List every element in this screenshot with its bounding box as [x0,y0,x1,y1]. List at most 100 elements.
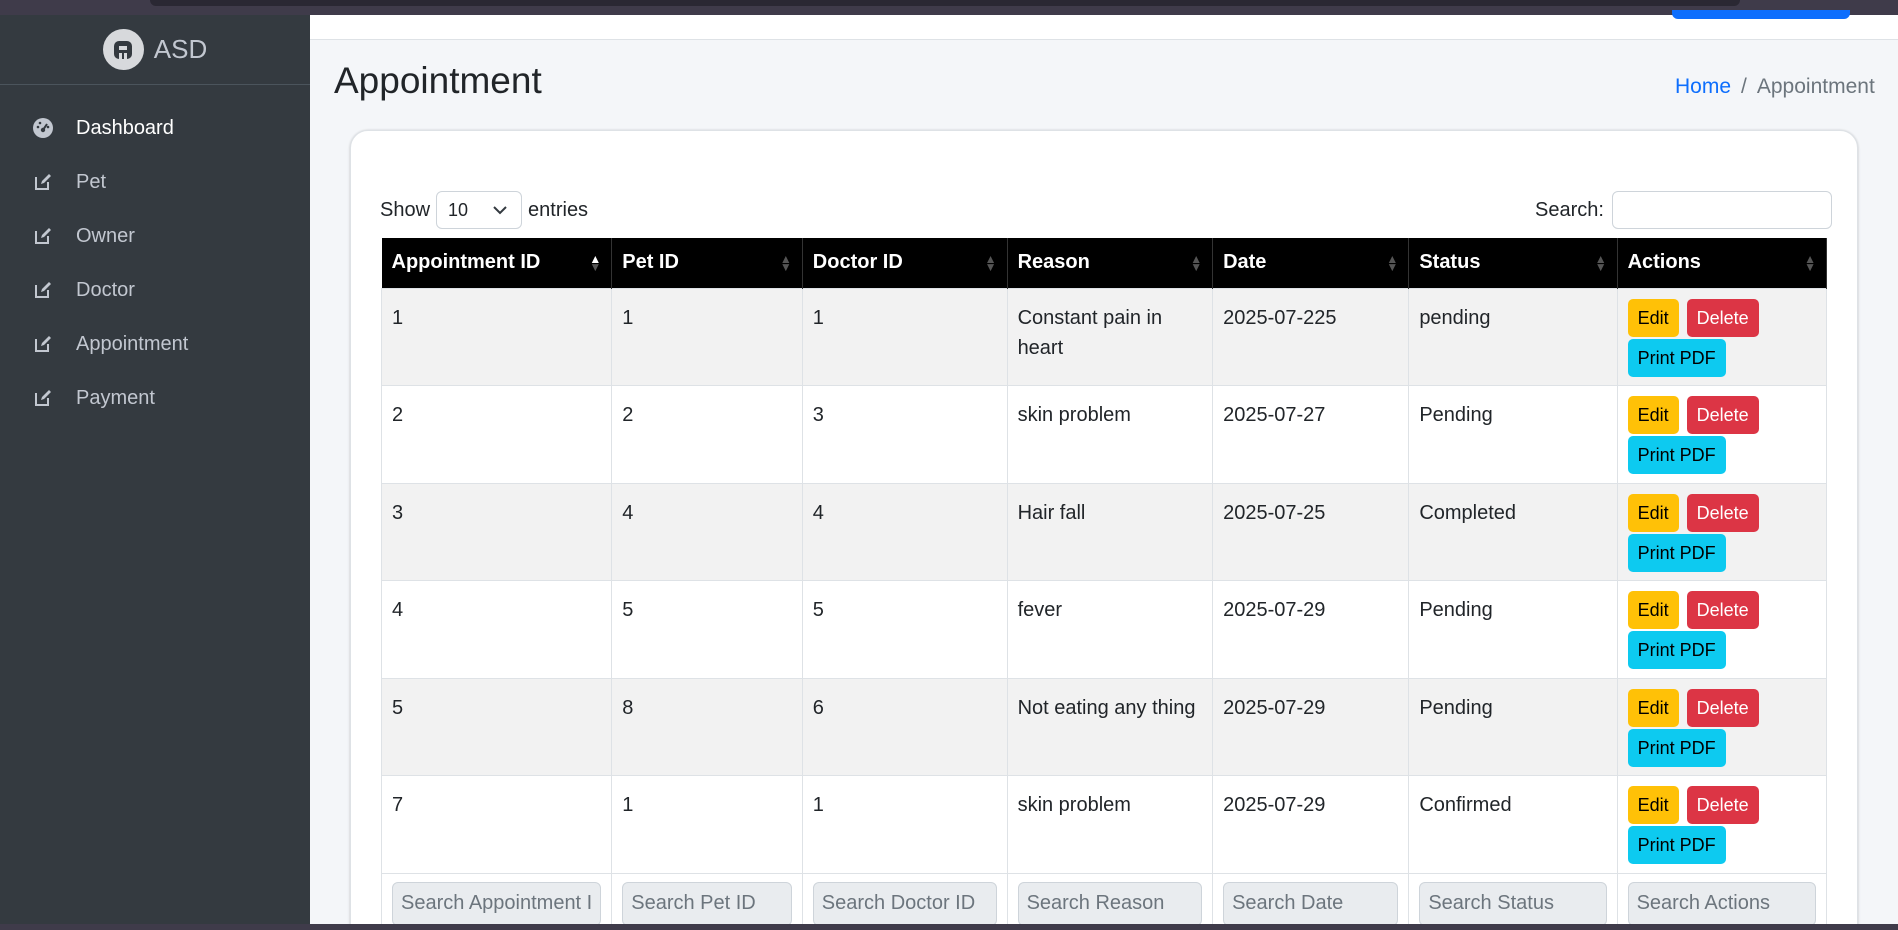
cell-doctor: 4 [801,482,1008,581]
dashboard-icon [32,117,54,139]
column-search-input[interactable]: Search Pet ID [622,881,792,926]
cell-doctor: 1 [801,775,1008,874]
footer-cell: Search Reason [1006,872,1214,927]
cell-actions: Edit Delete Print PDF [1616,775,1828,874]
brand-name: ASD [153,34,208,64]
column-header[interactable]: Appointment ID ▲ ▼ [381,238,613,288]
cell-actions: Edit Delete Print PDF [1616,385,1828,484]
delete-button[interactable]: Delete [1686,298,1759,337]
column-header-label: Actions [1627,251,1701,274]
sort-icon: ▲ ▼ [984,251,997,274]
delete-button[interactable]: Delete [1686,396,1759,434]
cell-id: 5 [380,677,613,776]
edit-button[interactable]: Edit [1627,298,1679,337]
edit-button[interactable]: Edit [1627,493,1679,532]
cell-date: 2025-07-25 [1212,482,1410,581]
cell-actions: Edit Delete Print PDF [1616,580,1828,679]
edit-icon [32,279,54,301]
table-search: Search: [1535,191,1832,229]
delete-button[interactable]: Delete [1686,591,1759,629]
sidebar-item-label: Appointment [76,332,189,355]
cell-status: Completed [1408,482,1618,581]
chevron-down-icon [493,206,507,215]
show-label: Show [380,198,431,221]
edit-button[interactable]: Edit [1627,786,1679,824]
cell-status: Confirmed [1408,775,1618,874]
column-header[interactable]: Date ▲ ▼ [1212,238,1410,288]
column-header[interactable]: Pet ID ▲ ▼ [611,238,803,288]
edit-button[interactable]: Edit [1627,591,1679,629]
delete-button[interactable]: Delete [1686,786,1759,824]
cell-pet: 5 [611,580,803,679]
cell-date: 2025-07-29 [1212,677,1410,776]
column-search-input[interactable]: Search Date [1223,881,1399,926]
cell-id: 2 [380,385,613,484]
sidebar-item-pet[interactable]: Pet [0,155,310,209]
delete-button[interactable]: Delete [1686,688,1759,727]
header-action-button[interactable] [1672,10,1850,19]
column-search-input[interactable]: Search Status [1419,881,1607,926]
footer-cell: Search Appointment I [380,872,613,927]
print-pdf-button[interactable]: Print PDF [1627,631,1726,669]
column-header-label: Reason [1017,251,1090,274]
column-header-label: Date [1223,251,1267,274]
table-row: 2 2 3 skin problem 2025-07-27 Pending Edit Dele… [380,385,1828,484]
footer-cell: Search Pet ID [611,872,803,927]
sidebar-item-label: Doctor [76,278,135,301]
sort-icon: ▲ ▼ [1386,251,1399,274]
column-search-input[interactable]: Search Appointment I [392,881,602,926]
cell-status: Pending [1408,580,1618,679]
print-pdf-button[interactable]: Print PDF [1627,826,1726,864]
entries-select[interactable]: 10 [436,191,523,229]
entries-length-control: Show 10 entries [380,191,588,229]
column-search-input[interactable]: Search Actions [1627,881,1816,926]
sort-icon: ▲ ▼ [779,251,792,274]
sidebar-item-appointment[interactable]: Appointment [0,317,310,371]
print-pdf-button[interactable]: Print PDF [1627,533,1726,572]
sidebar: ASD Dashboard Pet Owner Doctor Appointment Pa… [0,15,310,925]
cell-actions: Edit Delete Print PDF [1616,677,1828,776]
cell-reason: Constant pain in heart [1006,287,1214,386]
column-header[interactable]: Actions ▲ ▼ [1617,238,1828,288]
search-input[interactable] [1611,191,1832,229]
print-pdf-button[interactable]: Print PDF [1627,728,1726,767]
column-header[interactable]: Doctor ID ▲ ▼ [802,238,1008,288]
cell-status: Pending [1408,677,1618,776]
column-header[interactable]: Status ▲ ▼ [1408,238,1618,288]
cell-pet: 2 [611,385,803,484]
cell-date: 2025-07-29 [1212,775,1410,874]
top-header-bar [310,15,1898,40]
print-pdf-button[interactable]: Print PDF [1627,436,1726,474]
footer-cell: Search Actions [1616,872,1828,927]
edit-icon [32,333,54,355]
cell-status: pending [1408,287,1618,386]
column-header[interactable]: Reason ▲ ▼ [1007,238,1214,288]
breadcrumb-separator: / [1741,75,1747,98]
print-pdf-button[interactable]: Print PDF [1627,338,1726,377]
cell-pet: 8 [611,677,803,776]
sidebar-item-payment[interactable]: Payment [0,371,310,425]
edit-icon [32,171,54,193]
edit-button[interactable]: Edit [1627,396,1679,434]
sidebar-item-owner[interactable]: Owner [0,209,310,263]
delete-button[interactable]: Delete [1686,493,1759,532]
sort-icon: ▲ ▼ [589,251,602,274]
column-search-input[interactable]: Search Reason [1017,881,1203,926]
column-search-input[interactable]: Search Doctor ID [812,881,997,926]
cell-reason: skin problem [1006,775,1214,874]
cell-id: 1 [380,287,613,386]
sidebar-item-dashboard[interactable]: Dashboard [0,101,310,155]
column-header-label: Status [1419,251,1481,274]
edit-button[interactable]: Edit [1627,688,1679,727]
sidebar-item-label: Pet [76,170,107,193]
footer-cell: Search Doctor ID [801,872,1008,927]
cell-id: 4 [380,580,613,679]
cell-reason: skin problem [1006,385,1214,484]
sidebar-item-doctor[interactable]: Doctor [0,263,310,317]
breadcrumb-home-link[interactable]: Home [1675,75,1731,99]
brand[interactable]: ASD [0,15,310,85]
column-header-label: Doctor ID [812,251,903,274]
cell-reason: fever [1006,580,1214,679]
cell-doctor: 3 [801,385,1008,484]
table-footer-search-row: Search Appointment I Search Pet ID Search … [380,872,1828,927]
